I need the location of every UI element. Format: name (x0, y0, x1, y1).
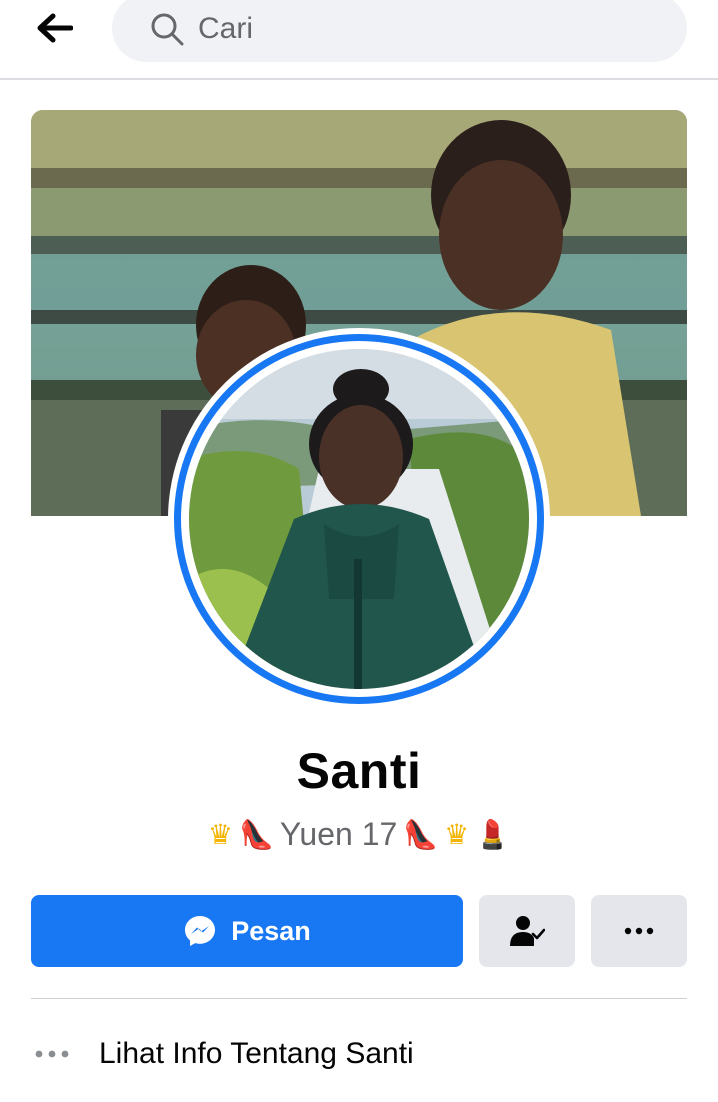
more-dots-icon (31, 1050, 99, 1058)
see-info-link[interactable]: Lihat Info Tentang Santi (31, 1024, 687, 1084)
top-bar (0, 0, 718, 80)
arrow-left-icon (37, 13, 73, 43)
bio-text: Yuen 17 (279, 816, 398, 852)
messenger-icon (185, 916, 216, 946)
message-button[interactable]: Pesan (31, 895, 463, 967)
profile-bio: ♛ 👠 Yuen 17 👠 ♛ 💄 (0, 816, 718, 853)
message-button-label: Pesan (231, 915, 311, 946)
search-input[interactable] (198, 4, 638, 54)
avatar (189, 349, 529, 689)
search-box[interactable] (112, 0, 687, 62)
lipstick-icon: 💄 (475, 818, 511, 851)
high-heel-icon: 👠 (403, 818, 439, 851)
crown-icon: ♛ (207, 818, 233, 851)
more-dots-icon (624, 927, 654, 935)
search-icon (151, 13, 184, 46)
profile-picture[interactable] (168, 328, 550, 710)
more-options-button[interactable] (591, 895, 687, 967)
see-info-label: Lihat Info Tentang Santi (99, 1037, 414, 1070)
friends-check-icon (510, 916, 545, 946)
back-button[interactable] (28, 8, 82, 48)
crown-icon: ♛ (444, 818, 470, 851)
high-heel-icon: 👠 (238, 818, 274, 851)
friends-button[interactable] (479, 895, 575, 967)
profile-name: Santi (296, 743, 422, 799)
divider (31, 998, 687, 999)
